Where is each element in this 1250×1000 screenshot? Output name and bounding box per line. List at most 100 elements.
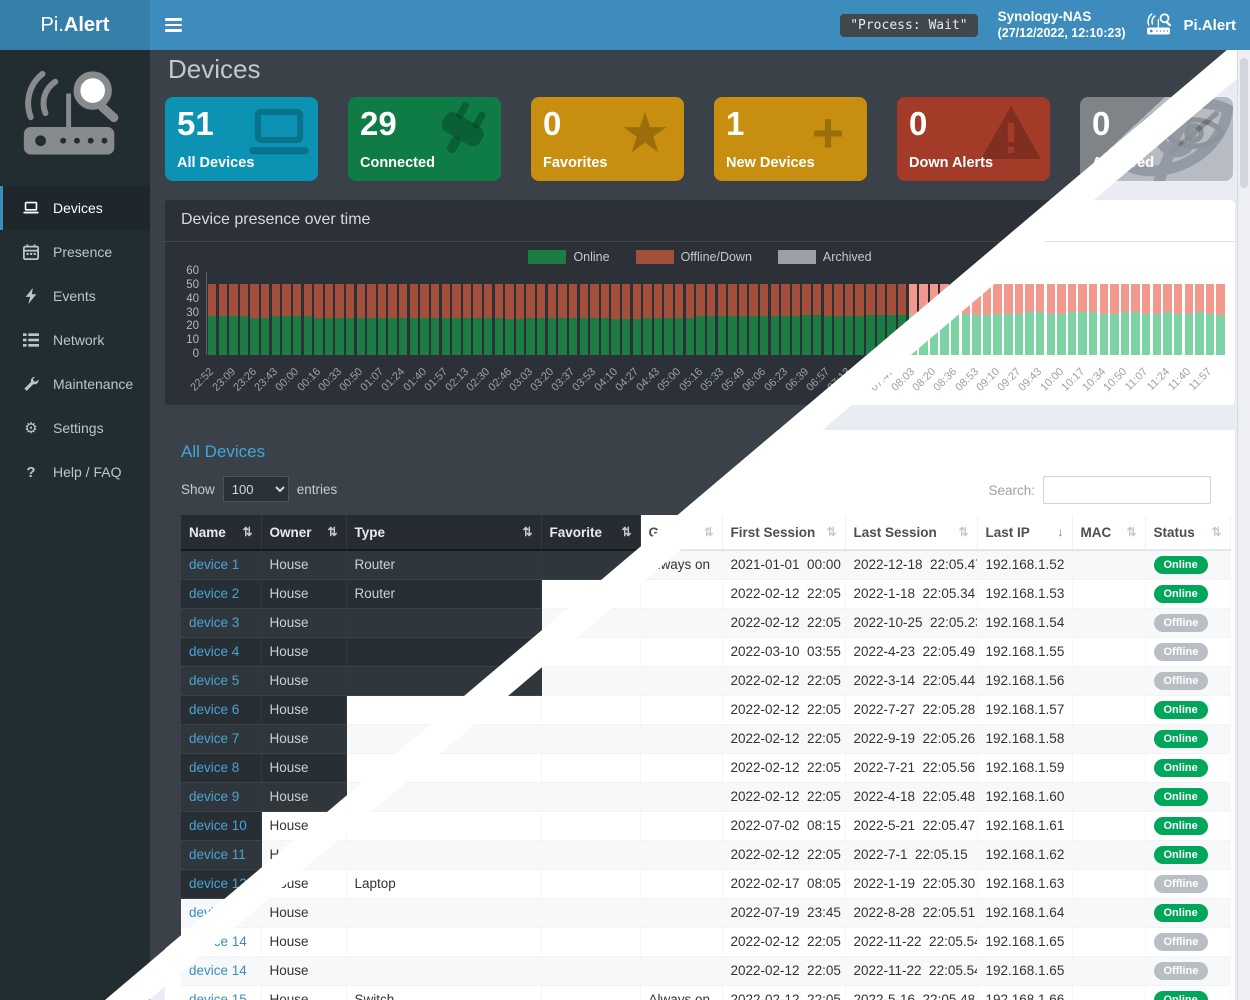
card-label: Down Alerts <box>909 155 993 171</box>
device-link[interactable]: device 1 <box>189 557 239 572</box>
chart-bar <box>972 284 980 355</box>
chart-bar <box>983 284 991 355</box>
cell-last-ip: 192.168.1.66 <box>977 985 1072 1000</box>
cell-owner: House <box>261 608 346 637</box>
chart-bar <box>951 284 959 355</box>
chart-bar <box>739 284 747 355</box>
chart-bar <box>855 284 863 355</box>
cell-type <box>346 927 541 956</box>
column-header-type[interactable]: Type⇅ <box>346 515 541 550</box>
device-link[interactable]: device 3 <box>189 615 239 630</box>
cell-group: Always on <box>640 550 722 579</box>
card-value: 0 <box>1092 105 1221 143</box>
cell-name: device 11 <box>181 840 261 869</box>
column-header-first-session[interactable]: First Session⇅ <box>722 515 845 550</box>
column-header-favorite[interactable]: Favorite⇅ <box>541 515 640 550</box>
sidebar-item-devices[interactable]: Devices <box>0 186 150 230</box>
cell-owner: House <box>261 811 346 840</box>
sort-icon: ⇅ <box>958 525 968 539</box>
cell-favorite <box>541 898 640 927</box>
x-tick-label: 05:49 <box>719 366 747 394</box>
card-favorites[interactable]: 0★Favorites <box>531 97 684 181</box>
chart-bar <box>1153 284 1161 355</box>
cell-group <box>640 579 722 608</box>
sidebar-item-settings[interactable]: ⚙Settings <box>0 406 150 450</box>
cell-type <box>346 898 541 927</box>
cell-last-ip: 192.168.1.63 <box>977 869 1072 898</box>
x-tick-label: 07:30 <box>847 366 875 394</box>
sidebar-item-label: Maintenance <box>53 376 133 392</box>
legend-item-offline-down[interactable]: Offline/Down <box>636 250 752 264</box>
cell-first-session: 2022-02-12 22:05 <box>722 608 845 637</box>
cell-last-ip: 192.168.1.65 <box>977 927 1072 956</box>
chart-bar <box>1100 284 1108 355</box>
device-link[interactable]: device 4 <box>189 644 239 659</box>
cell-type <box>346 956 541 985</box>
column-label: Group <box>649 525 690 540</box>
scrollbar-thumb[interactable] <box>1240 58 1248 188</box>
sidebar-item-help-faq[interactable]: ?Help / FAQ <box>0 450 150 494</box>
device-link[interactable]: device 14 <box>189 934 247 949</box>
device-link[interactable]: device 11 <box>189 847 246 862</box>
device-link[interactable]: device 15 <box>189 992 247 1000</box>
device-link[interactable]: device 12 <box>189 876 247 891</box>
cell-status: Online <box>1145 782 1230 811</box>
column-header-mac[interactable]: MAC⇅ <box>1072 515 1145 550</box>
chart-bar <box>633 284 641 355</box>
cell-mac <box>1072 956 1145 985</box>
device-link[interactable]: device 6 <box>189 702 239 717</box>
card-down-alerts[interactable]: 0Down Alerts <box>897 97 1050 181</box>
sidebar-toggle-button[interactable] <box>150 0 196 50</box>
cell-group <box>640 608 722 637</box>
app-logo-link[interactable]: Pi.Alert <box>0 0 150 50</box>
sidebar-item-maintenance[interactable]: Maintenance <box>0 362 150 406</box>
sidebar-item-events[interactable]: Events <box>0 274 150 318</box>
entries-select[interactable]: 100 <box>223 476 289 502</box>
table-row: device 11House2022-02-12 22:052022-7-1 2… <box>181 840 1230 869</box>
cell-first-session: 2022-02-12 22:05 <box>722 724 845 753</box>
chart-bar <box>1089 284 1097 355</box>
column-header-last-session[interactable]: Last Session⇅ <box>845 515 977 550</box>
device-link[interactable]: device 13 <box>189 905 247 920</box>
cell-type <box>346 695 541 724</box>
scrollbar[interactable] <box>1237 50 1250 1000</box>
device-link[interactable]: device 10 <box>189 818 247 833</box>
cell-owner: House <box>261 550 346 579</box>
legend-item-online[interactable]: Online <box>528 250 609 264</box>
card-new-devices[interactable]: 1+New Devices <box>714 97 867 181</box>
device-link[interactable]: device 8 <box>189 760 239 775</box>
x-tick-label: 01:07 <box>358 366 386 394</box>
card-connected[interactable]: 29Connected <box>348 97 501 181</box>
chart-bar <box>919 284 927 355</box>
card-archived[interactable]: 0Archived <box>1080 97 1233 181</box>
device-link[interactable]: device 14 <box>189 963 247 978</box>
table-row: device 3House2022-02-12 22:052022-10-25 … <box>181 608 1230 637</box>
column-label: Last IP <box>986 525 1030 540</box>
sidebar-item-presence[interactable]: Presence <box>0 230 150 274</box>
device-link[interactable]: device 5 <box>189 673 239 688</box>
device-link[interactable]: device 7 <box>189 731 239 746</box>
legend-item-archived[interactable]: Archived <box>778 250 872 264</box>
device-link[interactable]: device 9 <box>189 789 239 804</box>
sort-icon: ⇅ <box>703 525 713 539</box>
cell-name: device 12 <box>181 869 261 898</box>
status-badge: Online <box>1154 701 1208 719</box>
column-header-group[interactable]: Group ⇅ <box>640 515 722 550</box>
card-all-devices[interactable]: 51All Devices <box>165 97 318 181</box>
column-header-status[interactable]: Status⇅ <box>1145 515 1230 550</box>
sidebar-item-network[interactable]: Network <box>0 318 150 362</box>
status-badge: Offline <box>1154 672 1209 690</box>
cell-mac <box>1072 811 1145 840</box>
cell-group <box>640 956 722 985</box>
cell-favorite <box>541 579 640 608</box>
y-tick-label: 10 <box>186 334 199 346</box>
cell-group <box>640 753 722 782</box>
sidebar-item-label: Devices <box>53 200 103 216</box>
column-header-last-ip[interactable]: Last IP↓ <box>977 515 1072 550</box>
cell-favorite <box>541 753 640 782</box>
column-header-owner[interactable]: Owner⇅ <box>261 515 346 550</box>
search-input[interactable] <box>1043 476 1211 504</box>
device-link[interactable]: device 2 <box>189 586 239 601</box>
column-header-name[interactable]: Name⇅ <box>181 515 261 550</box>
cell-status: Online <box>1145 695 1230 724</box>
